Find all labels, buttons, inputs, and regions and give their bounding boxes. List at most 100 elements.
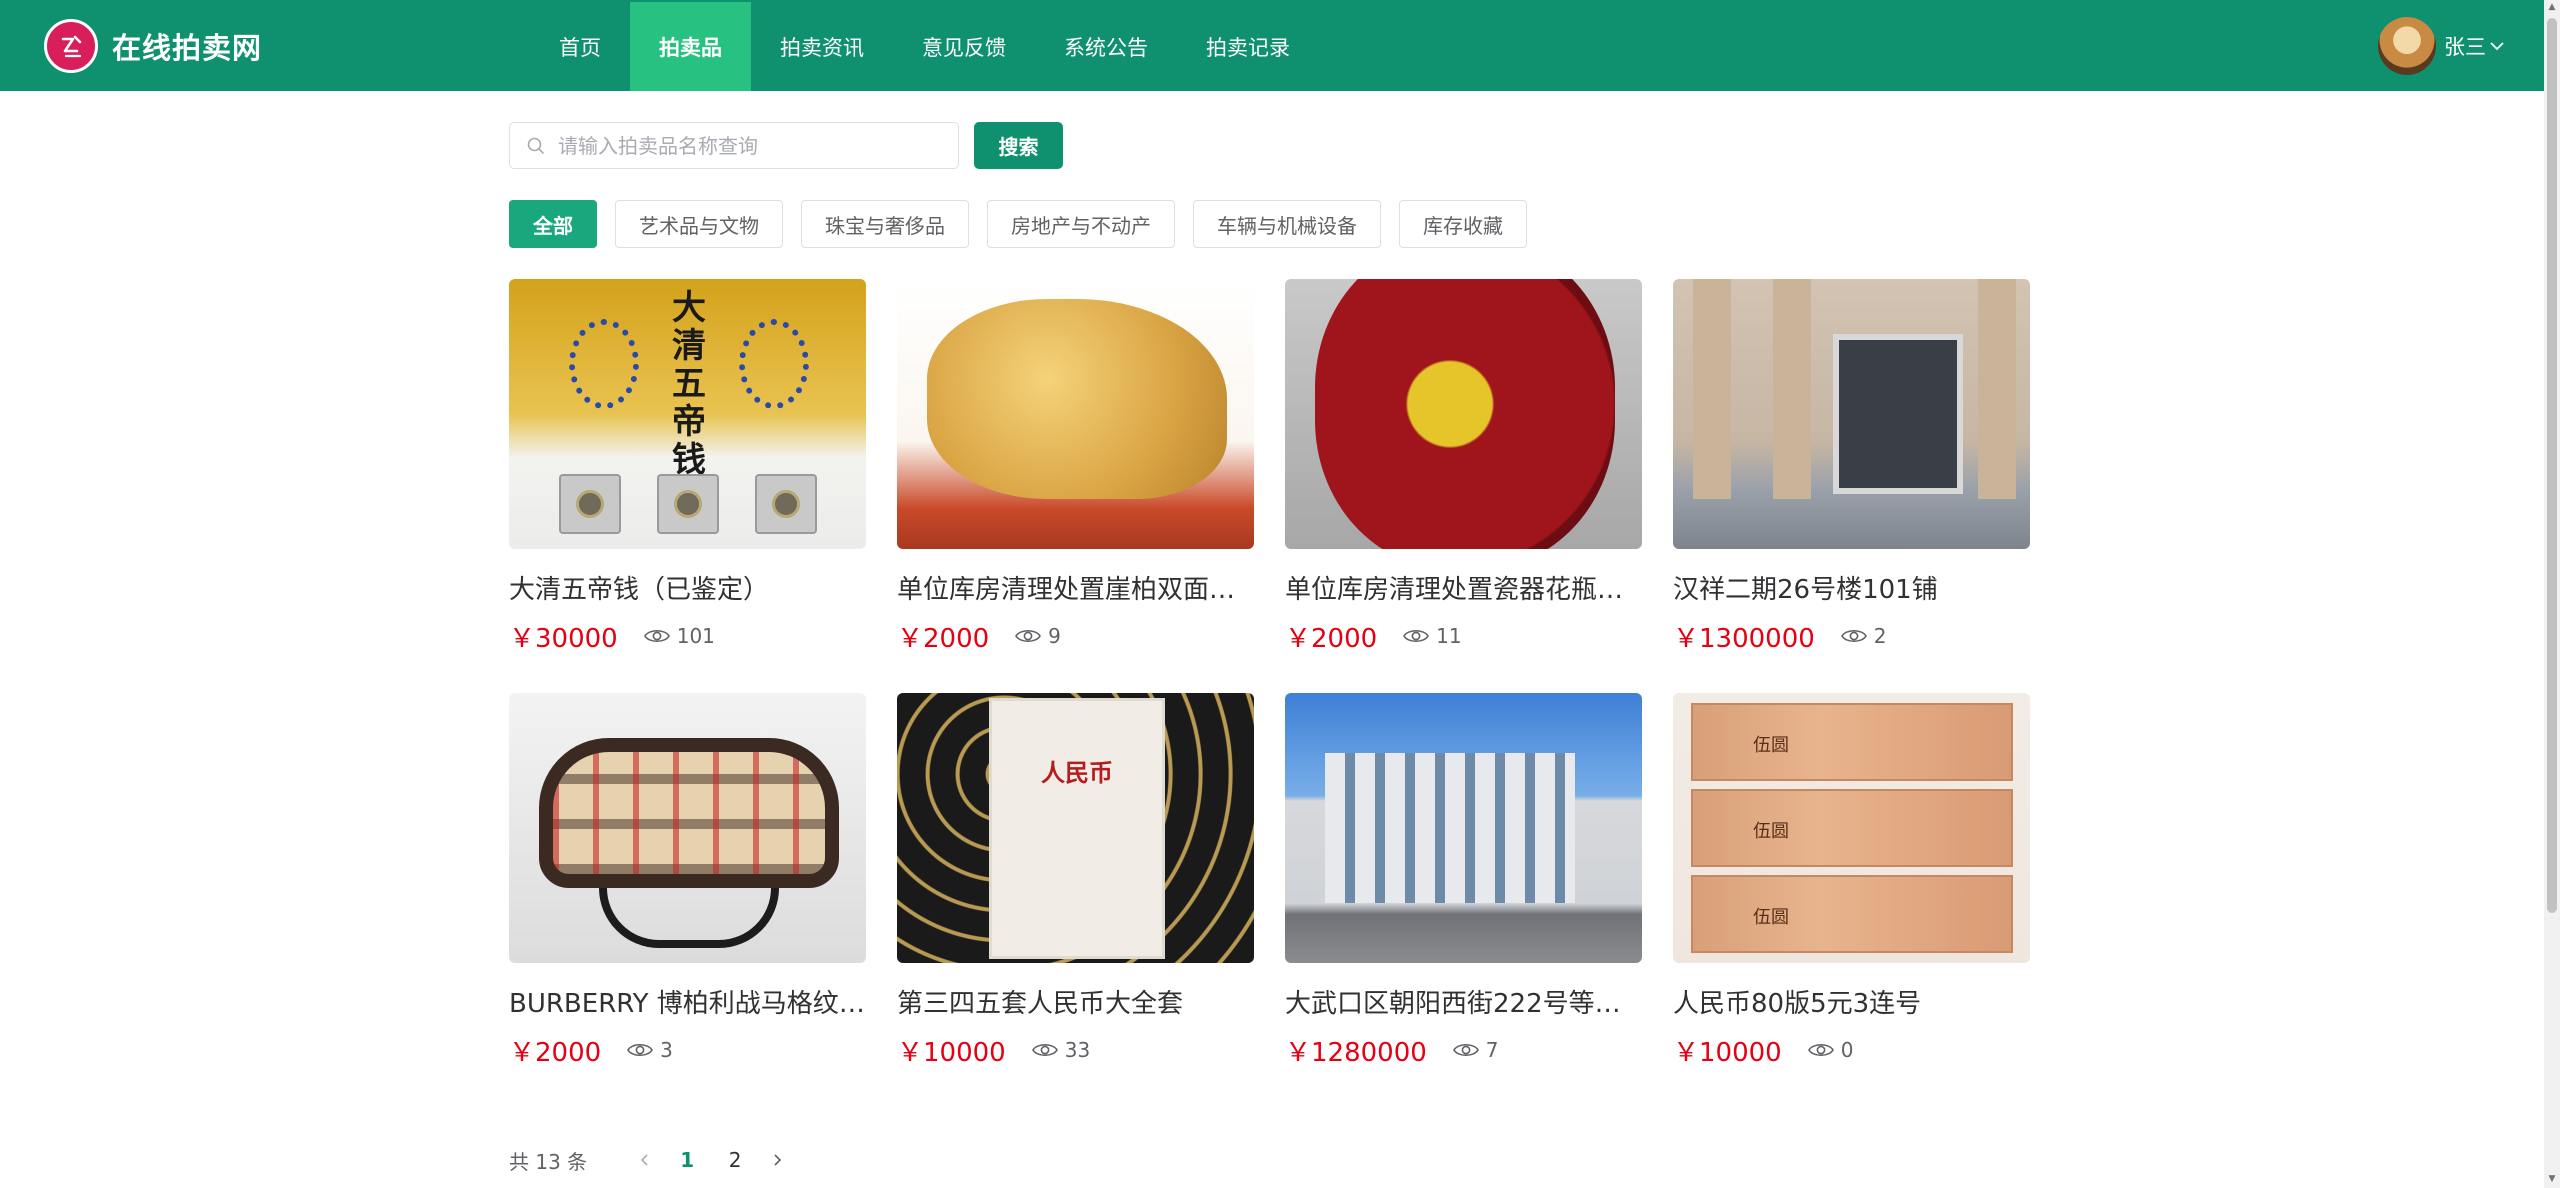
nav-item-home[interactable]: 首页	[530, 2, 630, 91]
item-title[interactable]: 第三四五套人民币大全套	[897, 987, 1254, 1021]
item-card[interactable]: BURBERRY 博柏利战马格纹手提包 ￥2000 3	[509, 693, 866, 1068]
nav-item-auction-items[interactable]: 拍卖品	[630, 2, 751, 91]
scroll-down-icon[interactable]: ▼	[2547, 1174, 2557, 1184]
prev-page-button[interactable]	[627, 1145, 663, 1175]
search-field	[509, 122, 959, 169]
item-view-count: 11	[1436, 624, 1462, 648]
item-title[interactable]: 大武口区朝阳西街222号等房产	[1285, 987, 1642, 1021]
category-vehicles-machinery[interactable]: 车辆与机械设备	[1193, 200, 1381, 248]
search-button[interactable]: 搜索	[974, 122, 1063, 169]
item-view-count: 33	[1064, 1038, 1091, 1062]
item-card[interactable]: 大清五帝钱 大清五帝钱（已鉴定） ￥30000 101	[509, 279, 866, 654]
page-number[interactable]: 2	[717, 1145, 753, 1175]
item-image-text: 伍圆	[1753, 735, 1789, 756]
item-image[interactable]	[1673, 279, 2030, 549]
eye-icon	[627, 1043, 654, 1057]
item-image[interactable]	[509, 693, 866, 963]
user-name: 张三	[2444, 35, 2486, 59]
item-views: 7	[1452, 1038, 1499, 1062]
avatar	[2378, 17, 2436, 75]
pagination: 共 13 条 1 2	[509, 1145, 795, 1175]
scroll-up-icon[interactable]: ▲	[2547, 2, 2557, 12]
page-number[interactable]: 1	[669, 1145, 705, 1175]
item-meta: ￥30000 101	[509, 621, 866, 654]
search-icon	[526, 136, 546, 156]
category-filter: 全部 艺术品与文物 珠宝与奢侈品 房地产与不动产 车辆与机械设备 库存收藏	[509, 200, 1545, 248]
item-price: ￥10000	[897, 1037, 1006, 1068]
item-views: 3	[627, 1038, 673, 1062]
nav-item-feedback[interactable]: 意见反馈	[893, 2, 1035, 91]
item-image[interactable]: 伍圆 伍圆 伍圆	[1673, 693, 2030, 963]
item-image[interactable]: 人民币	[897, 693, 1254, 963]
eye-icon	[1031, 1043, 1058, 1057]
item-price: ￥2000	[897, 623, 990, 654]
top-navbar: 在线拍卖网 首页 拍卖品 拍卖资讯 意见反馈 系统公告 拍卖记录 张三	[0, 0, 2560, 91]
category-art-antiques[interactable]: 艺术品与文物	[615, 200, 783, 248]
item-title[interactable]: BURBERRY 博柏利战马格纹手提包	[509, 987, 866, 1021]
item-view-count: 101	[676, 624, 715, 648]
item-price: ￥1280000	[1285, 1037, 1427, 1068]
next-page-button[interactable]	[759, 1145, 795, 1175]
item-card[interactable]: 人民币 第三四五套人民币大全套 ￥10000 33	[897, 693, 1254, 1068]
item-image[interactable]: 大清五帝钱	[509, 279, 866, 549]
chevron-right-icon	[774, 1154, 782, 1166]
item-views: 11	[1403, 624, 1462, 648]
eye-icon	[1015, 629, 1042, 643]
item-price: ￥30000	[509, 623, 618, 654]
eye-icon	[1452, 1043, 1479, 1057]
pagination-total: 共 13 条	[509, 1149, 588, 1174]
item-view-count: 2	[1873, 624, 1887, 648]
item-view-count: 9	[1048, 624, 1061, 648]
chevron-left-icon	[641, 1154, 648, 1166]
nav-item-auction-news[interactable]: 拍卖资讯	[751, 2, 893, 91]
scroll-thumb[interactable]	[2547, 18, 2557, 913]
item-views: 0	[1807, 1038, 1853, 1062]
item-views: 101	[643, 624, 715, 648]
item-title[interactable]: 汉祥二期26号楼101铺	[1673, 573, 2030, 607]
item-views: 2	[1840, 624, 1887, 648]
item-card[interactable]: 单位库房清理处置崖柏双面雕摆件 ￥2000 9	[897, 279, 1254, 654]
item-image[interactable]	[897, 279, 1254, 549]
eye-icon	[643, 629, 670, 643]
search-input[interactable]	[558, 133, 938, 158]
nav-item-auction-records[interactable]: 拍卖记录	[1177, 2, 1319, 91]
item-views: 9	[1015, 624, 1061, 648]
eye-icon	[1840, 629, 1867, 643]
item-price: ￥1300000	[1673, 623, 1815, 654]
category-jewelry-luxury[interactable]: 珠宝与奢侈品	[801, 200, 969, 248]
item-view-count: 3	[660, 1038, 673, 1062]
item-meta: ￥2000 3	[509, 1035, 866, 1068]
category-all[interactable]: 全部	[509, 200, 597, 248]
page-scrollbar[interactable]: ▲ ▼	[2544, 0, 2560, 1188]
gavel-icon	[44, 19, 98, 73]
item-title[interactable]: 人民币80版5元3连号	[1673, 987, 2030, 1021]
site-name: 在线拍卖网	[112, 31, 263, 65]
category-inventory-collection[interactable]: 库存收藏	[1399, 200, 1527, 248]
item-view-count: 7	[1485, 1038, 1499, 1062]
category-real-estate[interactable]: 房地产与不动产	[987, 200, 1175, 248]
item-image-text: 大清五帝钱	[672, 288, 706, 480]
item-title[interactable]: 单位库房清理处置崖柏双面雕摆件	[897, 573, 1254, 607]
item-price: ￥10000	[1673, 1037, 1782, 1068]
item-image[interactable]	[1285, 279, 1642, 549]
item-meta: ￥10000 33	[897, 1035, 1254, 1068]
site-logo[interactable]: 在线拍卖网	[44, 19, 262, 73]
item-meta: ￥1280000 7	[1285, 1035, 1642, 1068]
eye-icon	[1807, 1043, 1834, 1057]
item-title[interactable]: 大清五帝钱（已鉴定）	[509, 573, 866, 607]
chevron-down-icon	[2488, 37, 2506, 55]
user-menu[interactable]: 张三	[2378, 17, 2506, 75]
item-card[interactable]: 伍圆 伍圆 伍圆 人民币80版5元3连号 ￥10000 0	[1673, 693, 2030, 1068]
item-views: 33	[1031, 1038, 1091, 1062]
nav-item-announcements[interactable]: 系统公告	[1035, 2, 1177, 91]
item-meta: ￥2000 9	[897, 621, 1254, 654]
item-price: ￥2000	[1285, 623, 1378, 654]
item-title[interactable]: 单位库房清理处置瓷器花瓶一件	[1285, 573, 1642, 607]
item-meta: ￥10000 0	[1673, 1035, 2030, 1068]
item-price: ￥2000	[509, 1037, 602, 1068]
item-card[interactable]: 大武口区朝阳西街222号等房产 ￥1280000 7	[1285, 693, 1642, 1068]
item-card[interactable]: 单位库房清理处置瓷器花瓶一件 ￥2000 11	[1285, 279, 1642, 654]
item-meta: ￥1300000 2	[1673, 621, 2030, 654]
item-image[interactable]	[1285, 693, 1642, 963]
item-card[interactable]: 汉祥二期26号楼101铺 ￥1300000 2	[1673, 279, 2030, 654]
